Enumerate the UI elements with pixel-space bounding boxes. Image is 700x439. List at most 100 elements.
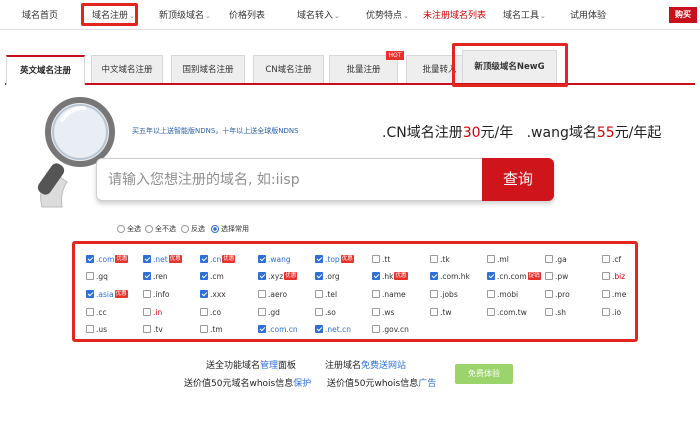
domain-option[interactable]: .com.tw (487, 306, 527, 318)
domain-option[interactable]: .co (200, 306, 221, 318)
checkbox-icon[interactable] (315, 325, 323, 333)
domain-option[interactable]: .gov.cn (372, 323, 409, 335)
tab-2[interactable]: 国别域名注册 (171, 55, 245, 83)
domain-option[interactable]: .info (143, 288, 169, 300)
domain-option[interactable]: .name (372, 288, 406, 300)
nav-item-8[interactable]: 试用体验 (570, 8, 606, 24)
checkbox-icon[interactable] (200, 325, 208, 333)
checkbox-icon[interactable] (372, 272, 380, 280)
domain-option[interactable]: .me (602, 288, 626, 300)
nav-item-7[interactable]: 域名工具⌄ (503, 8, 546, 24)
domain-option[interactable]: .tk (430, 253, 450, 265)
checkbox-icon[interactable] (545, 272, 553, 280)
domain-option[interactable]: .tel (315, 288, 337, 300)
checkbox-icon[interactable] (487, 255, 495, 263)
checkbox-icon[interactable] (86, 325, 94, 333)
domain-option[interactable]: .sh (545, 306, 566, 318)
domain-option[interactable]: .gq (86, 270, 108, 282)
checkbox-icon[interactable] (258, 325, 266, 333)
checkbox-icon[interactable] (143, 272, 151, 280)
domain-option[interactable]: .mobi (487, 288, 518, 300)
checkbox-icon[interactable] (200, 272, 208, 280)
domain-option[interactable]: .tm (200, 323, 223, 335)
domain-option[interactable]: .wang (258, 253, 291, 265)
checkbox-icon[interactable] (143, 290, 151, 298)
tab-1[interactable]: 中文域名注册 (91, 55, 163, 83)
checkbox-icon[interactable] (86, 290, 94, 298)
checkbox-icon[interactable] (602, 308, 610, 316)
domain-option[interactable]: .org (315, 270, 340, 282)
domain-option[interactable]: .gd (258, 306, 280, 318)
checkbox-icon[interactable] (372, 290, 380, 298)
radio-icon[interactable] (117, 225, 125, 233)
domain-option[interactable]: .com.cn (258, 323, 298, 335)
domain-option[interactable]: .pro (545, 288, 570, 300)
checkbox-icon[interactable] (602, 272, 610, 280)
domain-option[interactable]: .cc (86, 306, 107, 318)
checkbox-icon[interactable] (143, 325, 151, 333)
nav-item-1[interactable]: 域名注册⌄ (92, 8, 135, 24)
domain-option[interactable]: .ml (487, 253, 509, 265)
domain-option[interactable]: .biz (602, 270, 625, 282)
checkbox-icon[interactable] (315, 272, 323, 280)
checkbox-icon[interactable] (545, 255, 553, 263)
free-trial-button[interactable]: 免费体验 (455, 364, 513, 384)
checkbox-icon[interactable] (372, 325, 380, 333)
checkbox-icon[interactable] (487, 272, 495, 280)
domain-option[interactable]: .cf (602, 253, 621, 265)
domain-option[interactable]: .cn 优惠 (200, 253, 236, 265)
domain-option[interactable]: .jobs (430, 288, 458, 300)
nav-item-3[interactable]: 价格列表 (229, 8, 265, 24)
select-option-2[interactable]: 反选 (181, 224, 205, 234)
domain-option[interactable]: .ren (143, 270, 168, 282)
checkbox-icon[interactable] (545, 290, 553, 298)
domain-option[interactable]: .cm (200, 270, 224, 282)
domain-option[interactable]: .pw (545, 270, 568, 282)
checkbox-icon[interactable] (487, 308, 495, 316)
domain-option[interactable]: .com 优惠 (86, 253, 129, 265)
checkbox-icon[interactable] (86, 308, 94, 316)
select-option-3[interactable]: 选择常用 (211, 224, 249, 234)
domain-option[interactable]: .ga (545, 253, 567, 265)
checkbox-icon[interactable] (143, 308, 151, 316)
checkbox-icon[interactable] (430, 255, 438, 263)
checkbox-icon[interactable] (430, 290, 438, 298)
checkbox-icon[interactable] (258, 308, 266, 316)
search-button[interactable]: 查询 (482, 158, 554, 201)
checkbox-icon[interactable] (487, 290, 495, 298)
domain-option[interactable]: .ws (372, 306, 394, 318)
domain-option[interactable]: .xxx (200, 288, 226, 300)
domain-search-input[interactable] (108, 169, 478, 191)
checkbox-icon[interactable] (143, 255, 151, 263)
domain-option[interactable]: .cn.com 促销 (487, 270, 541, 282)
radio-icon[interactable] (211, 225, 219, 233)
nav-item-2[interactable]: 新顶级域名⌄ (159, 8, 211, 24)
domain-option[interactable]: .io (602, 306, 621, 318)
checkbox-icon[interactable] (602, 255, 610, 263)
checkbox-icon[interactable] (200, 290, 208, 298)
checkbox-icon[interactable] (372, 255, 380, 263)
domain-option[interactable]: .us (86, 323, 107, 335)
checkbox-icon[interactable] (258, 272, 266, 280)
checkbox-icon[interactable] (86, 272, 94, 280)
domain-option[interactable]: .aero (258, 288, 287, 300)
checkbox-icon[interactable] (372, 308, 380, 316)
checkbox-icon[interactable] (86, 255, 94, 263)
whois-protect-link[interactable]: 保护 (293, 379, 311, 389)
checkbox-icon[interactable] (430, 308, 438, 316)
free-website-link[interactable]: 免费送网站 (361, 361, 406, 371)
buy-button[interactable]: 购买 (669, 7, 697, 23)
select-option-1[interactable]: 全不选 (145, 224, 176, 234)
domain-option[interactable]: .tw (430, 306, 451, 318)
domain-option[interactable]: .top 优惠 (315, 253, 354, 265)
domain-option[interactable]: .hk 优惠 (372, 270, 408, 282)
domain-option[interactable]: .net 优惠 (143, 253, 182, 265)
whois-ad-link[interactable]: 广告 (418, 379, 436, 389)
domain-option[interactable]: .com.hk (430, 270, 470, 282)
nav-item-4[interactable]: 域名转入⌄ (297, 8, 340, 24)
select-option-0[interactable]: 全选 (117, 224, 141, 234)
domain-option[interactable]: .in (143, 306, 162, 318)
tab-0[interactable]: 英文域名注册 (6, 55, 85, 85)
checkbox-icon[interactable] (200, 255, 208, 263)
checkbox-icon[interactable] (602, 290, 610, 298)
